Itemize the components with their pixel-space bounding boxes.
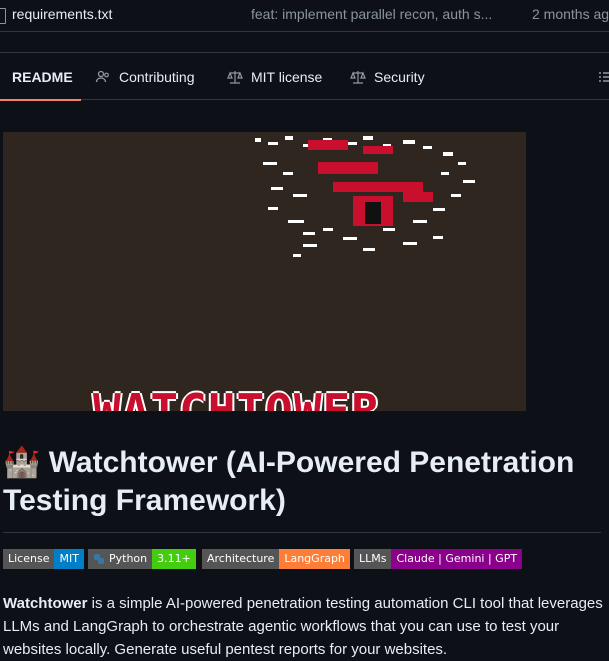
license-badge[interactable]: License MIT	[3, 549, 84, 569]
badge-value: LangGraph	[279, 549, 350, 569]
outline-menu-icon[interactable]	[598, 53, 609, 100]
badge-label: LLMs	[354, 549, 392, 569]
commit-message-link[interactable]: feat: implement parallel recon, auth s..…	[251, 6, 492, 22]
title-divider	[3, 532, 601, 533]
badge-value: MIT	[54, 549, 84, 569]
badge-value: 3.11+	[152, 549, 196, 569]
readme-tab-bar: README Contributing MIT license Security	[0, 52, 609, 101]
spacer	[0, 32, 609, 52]
llms-badge[interactable]: LLMs Claude | Gemini | GPT	[354, 549, 523, 569]
description-text: is a simple AI-powered penetration testi…	[3, 595, 603, 658]
project-name-bold: Watchtower	[3, 595, 88, 612]
badge-label: Architecture	[202, 549, 280, 569]
tab-label: README	[12, 68, 73, 85]
castle-illustration	[255, 136, 475, 257]
architecture-badge[interactable]: Architecture LangGraph	[202, 549, 350, 569]
readme-description: Watchtower is a simple AI-powered penetr…	[3, 592, 603, 661]
commit-time: 2 months ag	[532, 6, 609, 22]
castle-emoji-icon: 🏰	[3, 446, 41, 479]
tab-label: Security	[374, 68, 425, 85]
file-row[interactable]: requirements.txt feat: implement paralle…	[0, 0, 609, 32]
readme-title: 🏰 Watchtower (AI-Powered Penetration Tes…	[3, 444, 601, 520]
tab-label: MIT license	[251, 68, 323, 85]
people-icon	[95, 70, 109, 82]
badge-label: License	[3, 549, 55, 569]
python-logo-icon	[94, 554, 104, 564]
law-icon	[350, 70, 366, 84]
hero-logo-image: WATCHTOWER	[3, 132, 526, 411]
badge-label: Python	[109, 552, 148, 565]
tab-readme[interactable]: README	[0, 53, 81, 101]
badge-value: Claude | Gemini | GPT	[391, 549, 523, 569]
tab-contributing[interactable]: Contributing	[95, 53, 195, 100]
badge-label-wrap: Python	[88, 549, 153, 569]
tab-security[interactable]: Security	[350, 53, 425, 100]
law-icon	[227, 70, 243, 84]
tab-label: Contributing	[119, 68, 195, 85]
readme-title-text: Watchtower (AI-Powered Penetration Testi…	[3, 446, 575, 517]
tab-mit-license[interactable]: MIT license	[227, 53, 322, 100]
logo-text: WATCHTOWER	[93, 384, 380, 411]
python-badge[interactable]: Python 3.11+	[88, 549, 196, 569]
file-name-link[interactable]: requirements.txt	[12, 6, 112, 22]
file-icon	[0, 8, 6, 24]
